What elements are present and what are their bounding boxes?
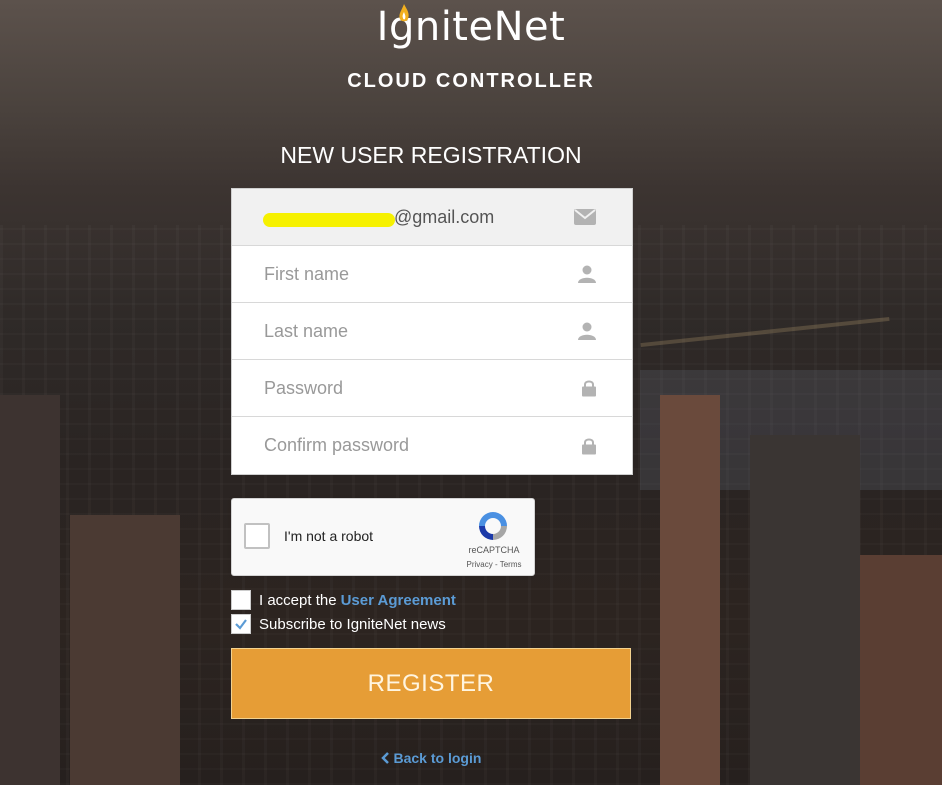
back-to-login-label: Back to login (393, 750, 482, 766)
first-name-row (232, 246, 632, 303)
user-icon (578, 322, 596, 340)
lock-icon (582, 438, 596, 454)
recaptcha-privacy-terms-link[interactable]: Privacy - Terms (464, 560, 524, 569)
user-agreement-link[interactable]: User Agreement (341, 592, 456, 609)
subscribe-label: Subscribe to IgniteNet news (259, 615, 446, 633)
lock-icon (582, 380, 596, 397)
ignitenet-logo: IgniteNet (0, 4, 942, 50)
recaptcha-label: I'm not a robot (284, 528, 374, 544)
back-to-login: Back to login (0, 750, 862, 766)
envelope-icon (574, 209, 596, 225)
user-icon (578, 265, 596, 283)
chevron-left-icon (380, 752, 389, 764)
recaptcha-widget: I'm not a robot reCAPTCHA Privacy - Term… (231, 498, 535, 576)
flame-icon (399, 4, 409, 22)
recaptcha-logo-icon (479, 512, 507, 540)
product-subtitle: CLOUD CONTROLLER (347, 70, 595, 92)
recaptcha-brand: reCAPTCHA (468, 545, 520, 555)
last-name-row (232, 303, 632, 360)
subscribe-row: Subscribe to IgniteNet news (231, 614, 446, 634)
back-to-login-link[interactable]: Back to login (380, 750, 482, 766)
first-name-input[interactable] (262, 262, 566, 286)
subscribe-checkbox[interactable] (231, 614, 251, 634)
confirm-password-row (232, 417, 632, 474)
password-input[interactable] (262, 376, 566, 400)
register-button[interactable]: REGISTER (231, 648, 631, 719)
last-name-input[interactable] (262, 319, 566, 343)
registration-form (231, 188, 633, 475)
agreement-label: I accept the (259, 591, 337, 609)
agreement-row: I accept the User Agreement (231, 590, 456, 610)
recaptcha-checkbox[interactable] (244, 523, 270, 549)
confirm-password-input[interactable] (262, 434, 566, 457)
checkmark-icon (235, 619, 247, 630)
page-title: NEW USER REGISTRATION (280, 142, 582, 168)
agreement-checkbox[interactable] (231, 590, 251, 610)
password-row (232, 360, 632, 417)
redaction-mark (263, 213, 395, 227)
